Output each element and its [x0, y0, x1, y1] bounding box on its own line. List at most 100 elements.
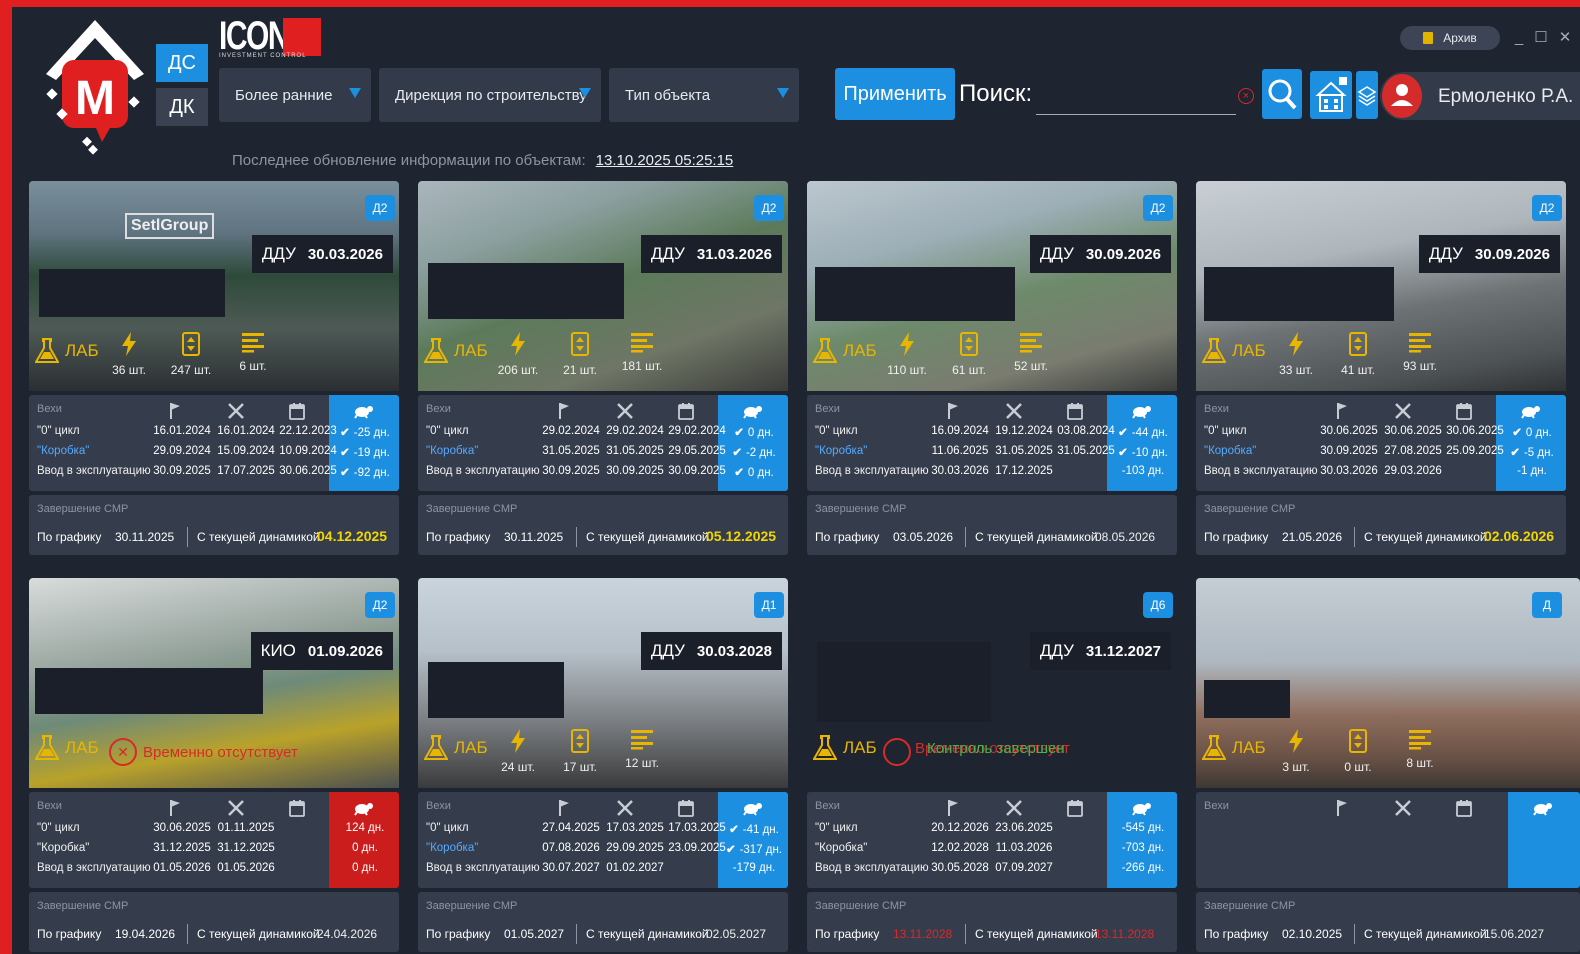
milestone-plan-date: 29.09.2024 [153, 445, 211, 457]
equipment-stat: 61 шт. [939, 331, 999, 377]
clear-search-icon[interactable]: × [1238, 88, 1254, 104]
mode-ds-button[interactable]: ДС [156, 44, 208, 82]
milestone-actual-date: 29.05.2025 [668, 445, 726, 457]
current-dynamics-date: 02.06.2026 [1484, 528, 1555, 544]
smr-title: Завершение СМР [1204, 900, 1296, 912]
directorate-filter-dropdown[interactable]: Дирекция по строительству [379, 68, 601, 122]
object-photo[interactable]: Д1 ДДУ 30.03.2028 ЛАБ 24 шт. 17 шт. 12 шт. [418, 578, 788, 788]
lightning-icon [508, 331, 528, 357]
milestone-actual-date: 30.09.2025 [668, 465, 726, 477]
flask-icon [1202, 734, 1226, 762]
lab-indicator[interactable]: ЛАБ [424, 337, 488, 365]
close-icon[interactable]: ✕ [1554, 26, 1576, 48]
tools-icon [1394, 402, 1412, 420]
divider [576, 924, 577, 944]
elevator-icon [1348, 728, 1368, 754]
milestone-row: "0" цикл 16.09.2024 19.12.2024 03.08.2024 [815, 425, 1115, 445]
search-button[interactable] [1262, 69, 1302, 119]
object-photo[interactable]: Д ЛАБ 3 шт. 0 шт. 8 шт. [1196, 578, 1580, 788]
developer-logo-text: SetlGroup [125, 213, 215, 239]
object-photo[interactable]: Д2 ДДУ 31.03.2026 ЛАБ 206 шт. 21 шт. 181 шт. [418, 181, 788, 391]
milestone-row: "Коробка" 31.12.2025 31.12.2025 [37, 842, 327, 862]
milestone-actual-date: 30.06.2025 [279, 465, 337, 477]
tools-icon [1005, 402, 1023, 420]
milestone-forecast-date: 29.02.2024 [606, 425, 664, 437]
object-name-redacted [817, 642, 991, 722]
milestone-actual-date: 17.03.2025 [668, 822, 726, 834]
milestones-panel: Вехи ✔ -25 дн. ✔ -19 дн. ✔ -92 дн. "0" цикл 16.0… [29, 395, 399, 491]
last-update-datetime[interactable]: 13.10.2025 05:25:15 [596, 152, 734, 169]
milestone-plan-date: 31.05.2025 [542, 445, 600, 457]
lab-indicator[interactable]: ЛАБ [1202, 734, 1266, 762]
milestone-plan-date: 01.05.2026 [153, 862, 211, 874]
lab-indicator[interactable]: ЛАБ [813, 337, 877, 365]
lab-label: ЛАБ [65, 738, 99, 757]
user-profile[interactable]: Ермоленко Р.А. [1380, 72, 1580, 120]
mode-dk-button[interactable]: ДК [156, 88, 208, 126]
lab-label: ЛАБ [65, 341, 99, 360]
deviation-days: 0 дн. [747, 427, 774, 439]
app-logo-icon[interactable]: M [40, 16, 150, 156]
divider [187, 924, 188, 944]
maximize-icon[interactable]: ☐ [1530, 26, 1552, 48]
lightning-icon [508, 728, 528, 754]
search-input[interactable] [1036, 82, 1236, 115]
milestone-row: "Коробка" 31.05.2025 31.05.2025 29.05.2025 [426, 445, 726, 465]
object-photo[interactable]: Д2 ДДУ 30.09.2026 ЛАБ 110 шт. 61 шт. 52 шт. [807, 181, 1177, 391]
milestone-deviation: ✔ -41 дн. [724, 822, 784, 836]
deviation-days: -25 дн. [353, 427, 390, 439]
archive-button[interactable]: Архив [1400, 26, 1500, 50]
milestone-row: "Коробка" 12.02.2028 11.03.2026 [815, 842, 1105, 862]
deadline-label: ДДУ 31.03.2026 [640, 235, 782, 273]
object-photo[interactable]: SetlGroup Д2 ДДУ 30.03.2026 ЛАБ 36 шт. 247 шт.… [29, 181, 399, 391]
deviation-days: -2 дн. [745, 447, 776, 459]
equipment-stat: 33 шт. [1266, 331, 1326, 377]
deadline-label: ДДУ 30.09.2026 [1029, 235, 1171, 273]
milestone-row: "0" цикл 27.04.2025 17.03.2025 17.03.2025 [426, 822, 726, 842]
object-photo[interactable]: Д2 ДДУ 30.09.2026 ЛАБ 33 шт. 41 шт. 93 шт. [1196, 181, 1566, 391]
layers-button[interactable] [1356, 71, 1378, 119]
period-filter-dropdown[interactable]: Более ранние [219, 68, 371, 122]
milestone-forecast-date: 30.06.2025 [1384, 425, 1442, 437]
milestone-plan-date: 11.06.2025 [931, 445, 989, 457]
elevator-icon [570, 728, 590, 754]
lab-indicator[interactable]: ЛАБ [1202, 337, 1266, 365]
flag-icon [167, 402, 183, 420]
milestone-row: Ввод в эксплуатацию 30.03.2026 17.12.2025 [815, 465, 1105, 485]
lab-indicator[interactable]: ЛАБ [424, 734, 488, 762]
apply-button[interactable]: Применить [835, 68, 955, 120]
progress-runner-icon [742, 800, 764, 816]
object-photo[interactable]: Д6 ДДУ 31.12.2027 ЛАБ Временно отсутствует Ко… [807, 578, 1177, 788]
minimize-icon[interactable]: _ [1508, 26, 1530, 48]
object-name-redacted [35, 668, 263, 714]
last-update-label: Последнее обновление информации по объек… [232, 152, 586, 169]
milestone-name: Ввод в эксплуатацию [1204, 465, 1318, 477]
object-type-filter-dropdown[interactable]: Тип объекта [609, 68, 799, 122]
deviation-days: -317 дн. [739, 844, 783, 856]
lab-indicator[interactable]: ЛАБ [813, 734, 877, 762]
calendar-icon [289, 799, 305, 817]
building-report-button[interactable] [1310, 71, 1352, 119]
milestone-forecast-date: 29.09.2025 [606, 842, 664, 854]
directorate-badge: Д2 [365, 592, 395, 618]
lab-indicator[interactable]: ЛАБ [35, 337, 99, 365]
tools-icon [1394, 799, 1412, 817]
object-photo[interactable]: Д2 КИО 01.09.2026 ЛАБ ✕ Временно отсутствует [29, 578, 399, 788]
milestone-row: Ввод в эксплуатацию 30.09.2025 30.09.2025 3… [426, 465, 726, 485]
object-name-redacted [428, 263, 624, 319]
milestone-deviation: 124 дн. [335, 822, 395, 834]
calendar-icon [1067, 402, 1083, 420]
milestones-panel: Вехи ✔ 0 дн. ✔ -2 дн. ✔ 0 дн. "0" цикл 29.02.202… [418, 395, 788, 491]
equipment-stat: 21 шт. [550, 331, 610, 377]
user-icon [1391, 84, 1413, 106]
milestone-deviation: ✔ -44 дн. [1113, 425, 1173, 439]
equipment-stat: 0 шт. [1328, 728, 1388, 774]
milestone-name: "0" цикл [37, 425, 80, 437]
search-icon [1268, 79, 1297, 110]
cross-circle-icon [883, 738, 911, 766]
smr-completion-panel: Завершение СМР По графику 02.10.2025 С теку… [1196, 892, 1580, 952]
chevron-down-icon [777, 88, 789, 98]
lab-indicator[interactable]: ЛАБ [35, 734, 99, 762]
milestones-title: Вехи [37, 800, 62, 812]
milestone-row: "Коробка" 11.06.2025 31.05.2025 31.05.2025 [815, 445, 1115, 465]
